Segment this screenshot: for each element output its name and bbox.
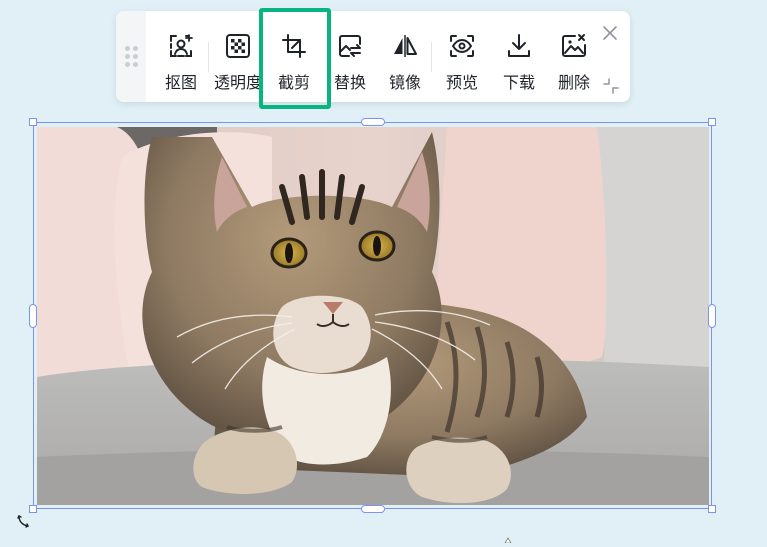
mirror-label: 镜像: [388, 73, 421, 92]
download-button[interactable]: 下载: [491, 11, 547, 102]
preview-button[interactable]: 预览: [434, 11, 490, 102]
toolbar-separator: [431, 42, 432, 72]
replace-label: 替换: [333, 73, 366, 92]
rotate-handle[interactable]: [16, 513, 30, 528]
cursor-icon: [503, 528, 513, 544]
crop-label: 截剪: [277, 73, 310, 92]
replace-button[interactable]: 替换: [322, 11, 378, 102]
download-label: 下载: [502, 73, 535, 92]
shrink-button[interactable]: [602, 77, 620, 95]
resize-handle-bottom-left[interactable]: [29, 505, 37, 513]
mirror-flip-icon: [391, 32, 419, 60]
image-replace-icon: [336, 32, 364, 60]
shrink-icon: [603, 78, 619, 94]
rotate-icon: [17, 515, 29, 528]
toolbar-separator: [208, 42, 209, 72]
cutout-button[interactable]: 抠图: [153, 11, 209, 102]
resize-handle-top-right[interactable]: [708, 118, 716, 126]
resize-handle-bottom[interactable]: [361, 505, 385, 513]
transparency-button[interactable]: 透明度: [210, 11, 266, 102]
transparency-label: 透明度: [213, 73, 262, 92]
preview-label: 预览: [445, 73, 478, 92]
delete-label: 删除: [557, 73, 590, 92]
resize-handle-right[interactable]: [708, 304, 716, 328]
download-icon: [505, 32, 533, 60]
portrait-cutout-icon: [167, 32, 195, 60]
image-toolbar: 抠图 透明度 截剪 替换 镜像 预览 下载 删除: [116, 11, 630, 102]
resize-handle-top[interactable]: [361, 118, 385, 126]
drag-handle[interactable]: [116, 11, 146, 102]
delete-button[interactable]: 删除: [546, 11, 602, 102]
drag-dots-icon: [124, 46, 138, 67]
cutout-label: 抠图: [164, 73, 197, 92]
resize-handle-top-left[interactable]: [29, 118, 37, 126]
crop-button[interactable]: 截剪: [266, 11, 322, 102]
image-delete-icon: [560, 32, 588, 60]
resize-handle-left[interactable]: [29, 304, 37, 328]
mirror-button[interactable]: 镜像: [377, 11, 433, 102]
crop-icon: [280, 32, 308, 60]
selection-frame: [33, 122, 712, 509]
checkerboard-icon: [224, 32, 252, 60]
resize-handle-bottom-right[interactable]: [708, 505, 716, 513]
close-button[interactable]: [600, 23, 620, 43]
eye-icon: [448, 32, 476, 60]
close-icon: [603, 26, 617, 40]
